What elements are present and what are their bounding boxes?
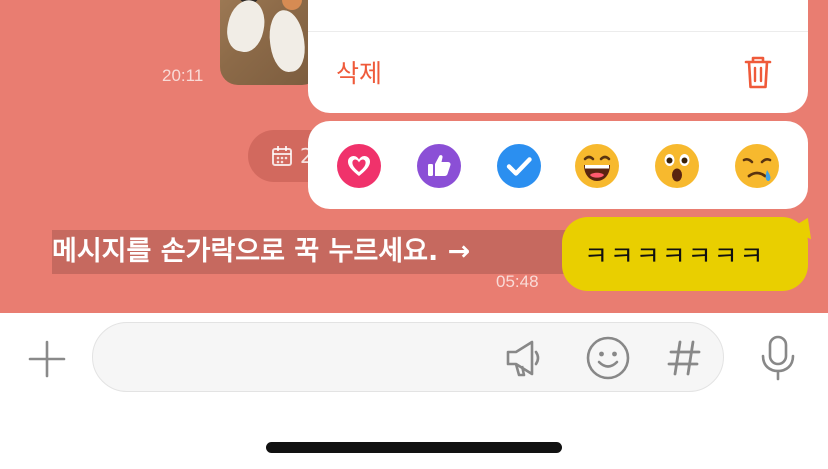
emoji-icon[interactable] [584,334,632,382]
photo-detail [222,0,270,56]
delete-menu-item[interactable]: 삭제 [336,54,382,90]
trash-icon[interactable] [742,54,774,90]
thumbs-up-reaction-icon[interactable] [416,143,462,189]
message-time: 20:11 [162,66,204,85]
check-reaction-icon[interactable] [496,143,542,189]
microphone-icon[interactable] [758,334,798,382]
sad-emoji-icon[interactable] [734,143,780,189]
tutorial-arrow: → [447,236,471,267]
hashtag-icon[interactable] [664,336,704,380]
megaphone-icon[interactable] [502,336,546,380]
message-input[interactable] [117,343,497,373]
grin-emoji-icon[interactable] [574,143,620,189]
reaction-bar [308,121,808,209]
plus-icon[interactable] [28,340,66,378]
menu-item-hidden[interactable] [308,0,808,32]
message-text: ㅋㅋㅋㅋㅋㅋㅋ [584,242,766,272]
tutorial-text: 메시지를 손가락으로 꾹 누르세요. [52,236,439,267]
calendar-icon [272,146,292,166]
photo-detail [282,0,302,10]
chat-area: 20:11 2 삭제 메시지를 손가락으로 꾹 누르세요. → ㅋㅋㅋㅋㅋㅋㅋ … [0,0,828,313]
heart-reaction-icon[interactable] [336,143,382,189]
photo-message[interactable] [220,0,320,85]
context-menu: 삭제 [308,0,808,113]
surprised-emoji-icon[interactable] [654,143,700,189]
message-time: 05:48 [496,272,539,291]
home-indicator [266,442,562,453]
tutorial-hint: 메시지를 손가락으로 꾹 누르세요. → [52,230,585,274]
photo-detail [265,7,309,75]
